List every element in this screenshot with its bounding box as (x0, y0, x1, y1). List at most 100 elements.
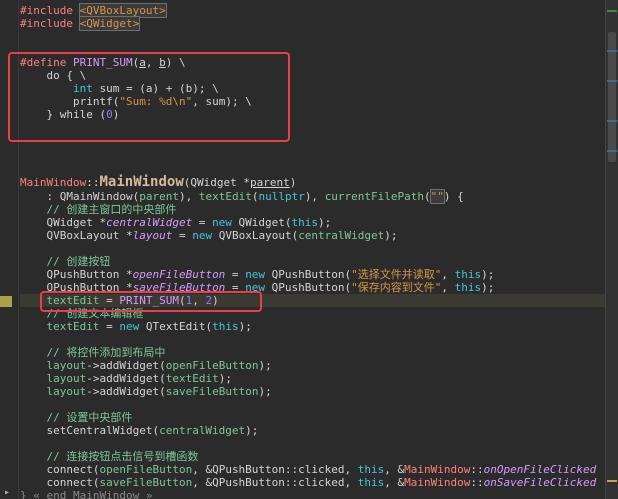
code-token: #include (20, 17, 73, 30)
code-line[interactable]: : QMainWindow(parent), textEdit ( nullptr)… (20, 189, 464, 204)
code-token: new (245, 268, 266, 281)
code-token: QPushButton( (265, 281, 352, 294)
code-line[interactable]: MainWindow::MainWindow(QWidget *parent) (20, 175, 297, 189)
code-line[interactable]: QWidget *centralWidget = new QWidget(thi… (20, 216, 331, 229)
code-token: layout (46, 359, 87, 372)
code-line[interactable]: connect(saveFileButton, &QPushButton::cl… (20, 476, 596, 489)
code-token: parent (139, 190, 179, 203)
scroll-marker (607, 120, 617, 122)
code-token: ( (424, 190, 431, 203)
code-line[interactable]: #include <QWidget> (20, 16, 141, 31)
code-token: ); (258, 359, 272, 372)
code-token: :: (470, 476, 484, 489)
code-token: QTextEdit( (139, 320, 213, 333)
scroll-marker (607, 50, 617, 52)
code-token: = (192, 216, 213, 229)
scroll-marker (607, 480, 617, 482)
code-token: new (192, 229, 213, 242)
code-token: QPushButton( (265, 268, 352, 281)
code-token: // 设置中央部件 (46, 411, 133, 424)
code-token: ), (304, 190, 325, 203)
code-token: ); (258, 385, 272, 398)
code-token: , &QPushButton:: (192, 463, 299, 476)
scroll-marker (607, 80, 617, 82)
code-line[interactable]: // 将控件添加到布局中 (20, 346, 166, 359)
code-token: ); (238, 320, 252, 333)
code-token: = (225, 268, 246, 281)
code-token: = (172, 229, 193, 242)
code-token: (QWidget * (183, 176, 251, 189)
code-token: : QMainWindow( (20, 190, 140, 203)
code-token: "保存内容到文件" (351, 281, 442, 294)
code-line[interactable]: // 连接按钮点击信号到槽函数 (20, 450, 199, 463)
code-line[interactable]: QPushButton *openFileButton = new QPushB… (20, 268, 494, 281)
code-token: MainWindow (404, 476, 471, 489)
code-token: onOpenFileClicked (483, 463, 597, 476)
code-token: #include (20, 4, 73, 17)
code-token: // 创建主窗口的中央部件 (46, 203, 177, 216)
code-token: new (212, 216, 232, 229)
code-token: textEdit (198, 190, 252, 203)
code-token: ) (289, 176, 297, 189)
code-token: this (454, 281, 482, 294)
vertical-scrollbar[interactable] (605, 0, 618, 499)
code-token: nullptr (258, 190, 305, 203)
code-line[interactable]: QVBoxLayout *layout = new QVBoxLayout(ce… (20, 229, 397, 242)
code-token: this (357, 476, 385, 489)
code-token: clicked (298, 463, 345, 476)
code-token: , (344, 476, 358, 489)
code-token: ) { (443, 190, 464, 203)
code-token: this (454, 268, 482, 281)
code-line[interactable]: // 设置中央部件 (20, 411, 133, 424)
code-token: , &QPushButton:: (192, 476, 299, 489)
code-token: centralWidget (106, 216, 193, 229)
code-line[interactable]: layout->addWidget(openFileButton); (20, 359, 272, 372)
code-token: ->addWidget( (86, 372, 166, 385)
code-token: , (344, 463, 358, 476)
code-line[interactable]: textEdit = new QTextEdit(this); (20, 320, 252, 333)
code-token: setCentralWidget( (20, 424, 160, 437)
chevron-right-icon[interactable]: ▸ (0, 487, 14, 499)
code-line[interactable]: connect(openFileButton, &QPushButton::cl… (20, 463, 596, 476)
code-line[interactable]: // 创建按钮 (20, 255, 111, 268)
code-token: , & (384, 463, 405, 476)
code-token: layout (46, 385, 87, 398)
code-token: openFileButton (165, 359, 259, 372)
code-token: QPushButton * (20, 268, 133, 281)
code-line[interactable]: #include <QVBoxLayout> (20, 3, 167, 18)
scroll-marker (607, 10, 617, 12)
code-token: new (119, 320, 140, 333)
scrollbar-track[interactable] (606, 0, 618, 499)
code-token: = (99, 320, 120, 333)
code-token: openFileButton (132, 268, 226, 281)
bookmark-marker (0, 296, 12, 307)
code-line[interactable]: } « end MainWindow » (20, 489, 152, 499)
code-line[interactable]: layout->addWidget(textEdit); (20, 372, 232, 385)
code-token: layout (46, 372, 87, 385)
code-token: // 创建按钮 (46, 255, 111, 268)
code-token: <QWidget> (78, 16, 141, 31)
code-token: "" (429, 189, 445, 204)
code-token: // 连接按钮点击信号到槽函数 (46, 450, 199, 463)
code-token: // 将控件添加到布局中 (46, 346, 166, 359)
code-token: ), (178, 190, 199, 203)
code-token: , (441, 281, 455, 294)
code-token: this (212, 320, 239, 333)
code-token: connect( (20, 463, 100, 476)
code-line[interactable]: setCentralWidget(centralWidget); (20, 424, 258, 437)
code-token: ); (245, 424, 259, 437)
code-token: ->addWidget( (86, 385, 166, 398)
code-line[interactable]: // 创建主窗口的中央部件 (20, 203, 177, 216)
code-token: saveFileButton (165, 385, 259, 398)
code-token: ); (218, 372, 232, 385)
code-line[interactable]: layout->addWidget(saveFileButton); (20, 385, 272, 398)
